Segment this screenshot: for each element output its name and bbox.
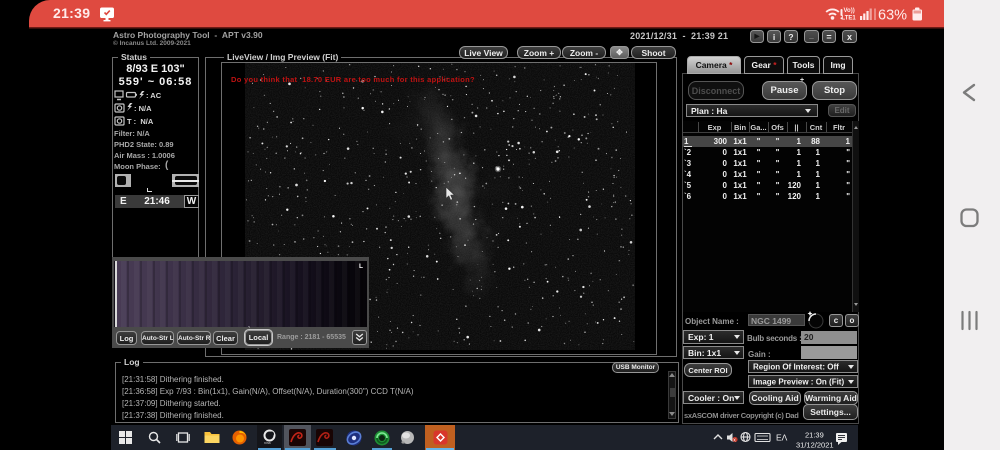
svg-text:nina: nina (264, 441, 271, 445)
svg-text:Vo)): Vo)) (844, 8, 855, 14)
svg-text:: AC: : AC (146, 91, 162, 100)
svg-text:T : N/A: T : N/A (127, 117, 154, 126)
svg-text:LTE1: LTE1 (842, 16, 857, 22)
svg-text:21:39: 21:39 (805, 431, 824, 440)
svg-text:: N/A: : N/A (134, 104, 152, 113)
svg-text:63%: 63% (878, 8, 907, 24)
svg-text:31/12/2021: 31/12/2021 (796, 441, 834, 450)
svg-text:EΛ: EΛ (776, 433, 788, 443)
